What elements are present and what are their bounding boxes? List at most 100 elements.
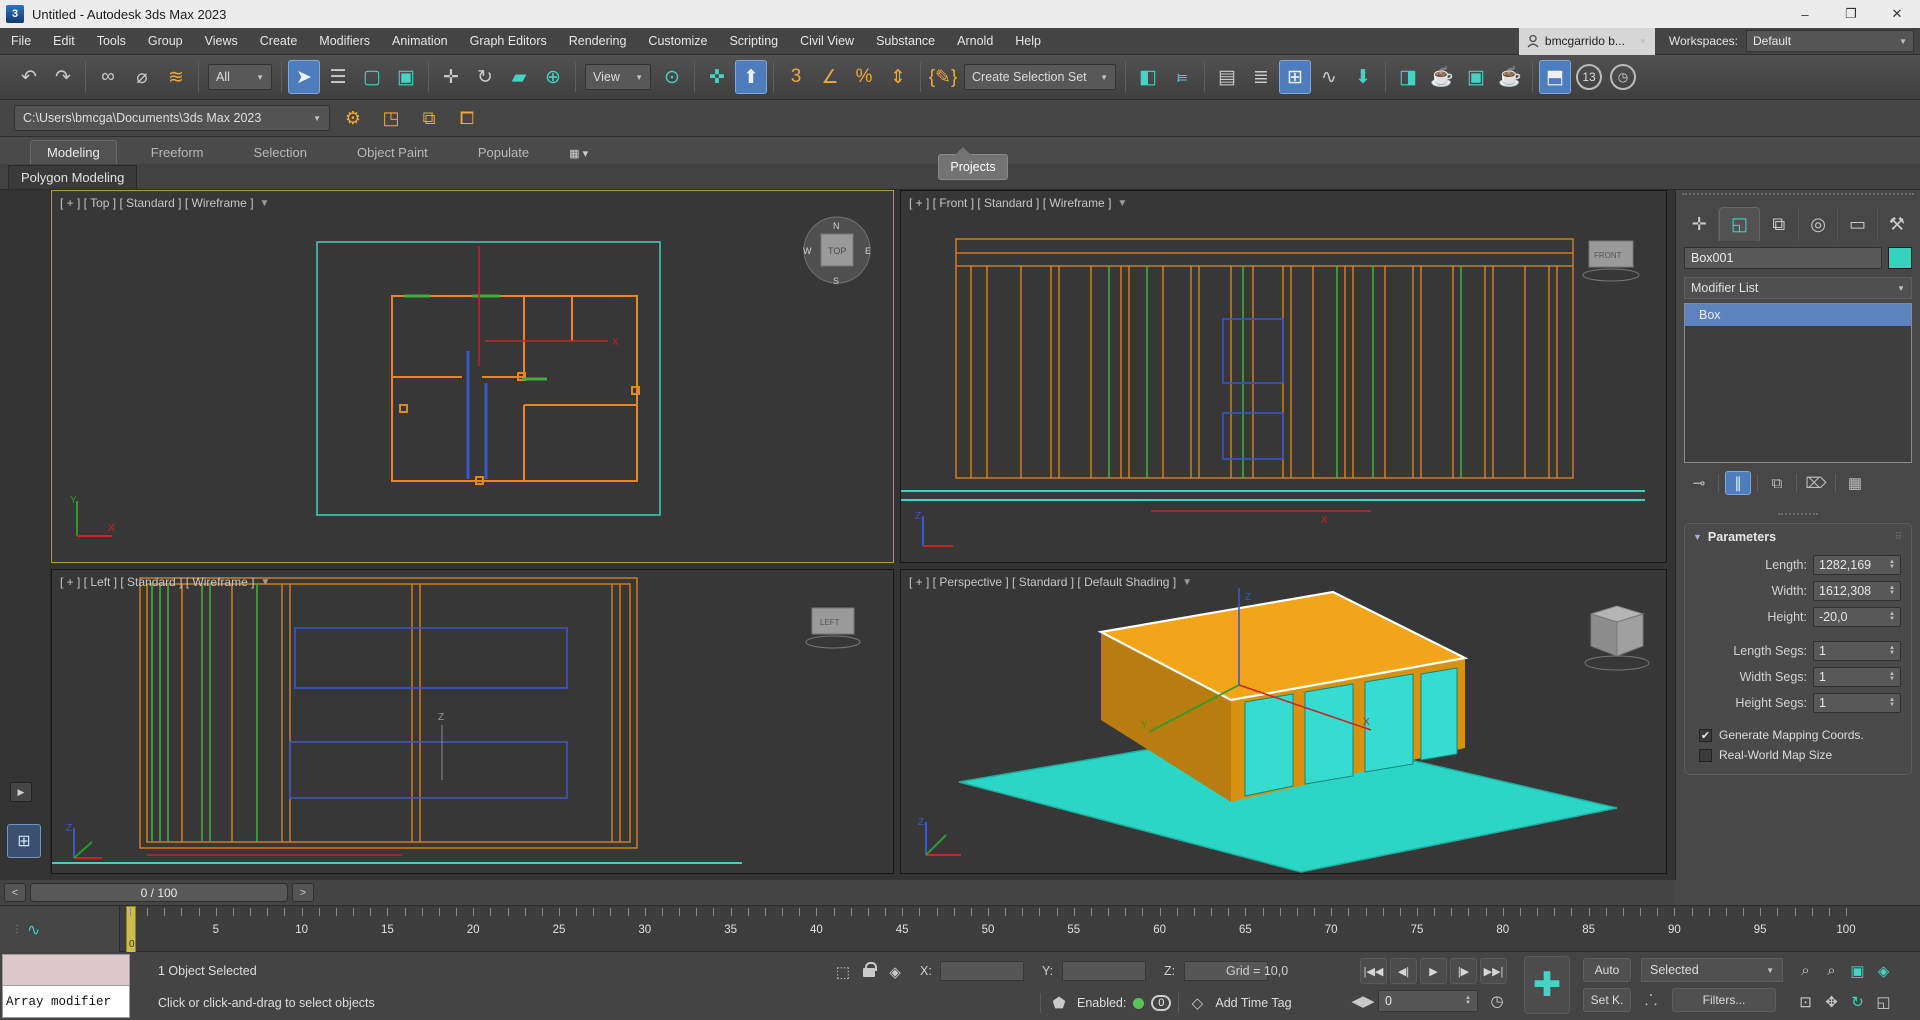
previous-frame-button[interactable]: ◀|	[1390, 958, 1417, 984]
edit-named-selection-sets-icon[interactable]: {✎}	[927, 60, 959, 94]
undo-icon[interactable]: ↶	[13, 60, 45, 94]
project-add-icon[interactable]: ⧠	[452, 103, 482, 133]
maxscript-mini-listener[interactable]: Array modifier	[2, 954, 130, 1018]
command-panel-tab-hierarchy[interactable]: ⧉	[1760, 207, 1799, 241]
pin-stack-button[interactable]: ⊸	[1686, 471, 1712, 495]
auto-key-button[interactable]: Auto	[1583, 958, 1631, 982]
command-panel-tab-modify[interactable]: ◱	[1719, 207, 1759, 241]
history-clock-icon[interactable]: ◷	[1607, 60, 1639, 94]
current-frame-field[interactable]: 0 ▲▼	[1378, 990, 1478, 1012]
filter-funnel-icon[interactable]: ▼	[1117, 198, 1127, 209]
menu-file[interactable]: File	[0, 28, 42, 55]
key-mode-toggle[interactable]: ◀▶	[1352, 990, 1374, 1012]
show-end-result-button[interactable]: ∥	[1725, 471, 1751, 495]
align-icon[interactable]: ⫢	[1166, 60, 1198, 94]
project-path-dropdown[interactable]: C:\Users\bmcga\Documents\3ds Max 2023 ▼	[14, 105, 330, 131]
grid-panel-icon[interactable]: ⊞	[7, 824, 41, 858]
key-filters-icon[interactable]: ⸫	[1640, 989, 1662, 1011]
viewport-top[interactable]: [ + ] [ Top ] [ Standard ] [ Wireframe ]…	[51, 190, 894, 563]
snaps-toggle-3d-icon[interactable]: 3	[780, 60, 812, 94]
add-time-tag[interactable]: Add Time Tag	[1215, 996, 1291, 1010]
spinner-arrows[interactable]: ▲▼	[1889, 672, 1895, 682]
material-editor-icon[interactable]: ◨	[1392, 60, 1424, 94]
tab-polygon-modeling[interactable]: Polygon Modeling	[8, 165, 137, 189]
x-coord-field[interactable]	[940, 961, 1024, 981]
maximize-button[interactable]: ❐	[1828, 0, 1874, 28]
workspace-dropdown[interactable]: Default ▼	[1746, 30, 1914, 52]
schematic-view-icon[interactable]: ⬇	[1347, 60, 1379, 94]
bind-to-space-warp-icon[interactable]: ≋	[160, 60, 192, 94]
select-and-link-icon[interactable]: ∞	[92, 60, 124, 94]
minimize-button[interactable]: –	[1782, 0, 1828, 28]
curve-editor-icon[interactable]: ∿	[1313, 60, 1345, 94]
selection-lock-icon[interactable]	[858, 958, 880, 980]
time-slider-thumb[interactable]: 0 / 100	[30, 883, 288, 902]
menu-arnold[interactable]: Arnold	[946, 28, 1004, 55]
height-field[interactable]: -20,0▲▼	[1813, 607, 1901, 627]
length-segs-field[interactable]: 1▲▼	[1813, 641, 1901, 661]
close-button[interactable]: ✕	[1874, 0, 1920, 28]
command-panel-tab-motion[interactable]: ◎	[1799, 207, 1838, 241]
width-segs-field[interactable]: 1▲▼	[1813, 667, 1901, 687]
viewport-front[interactable]: [ + ] [ Front ] [ Standard ] [ Wireframe…	[900, 190, 1667, 563]
enabled-count-badge[interactable]: 0	[1151, 995, 1171, 1011]
tab-populate[interactable]: Populate	[462, 141, 545, 164]
menu-views[interactable]: Views	[194, 28, 249, 55]
key-selection-dropdown[interactable]: Selected ▼	[1641, 958, 1783, 982]
shield-icon[interactable]: ⬟	[1048, 992, 1070, 1014]
menu-modifiers[interactable]: Modifiers	[308, 28, 381, 55]
spinner-arrows[interactable]: ▲▼	[1889, 586, 1895, 596]
viewcube[interactable]: FRONT	[1583, 241, 1639, 281]
spinner-arrows[interactable]: ▲▼	[1889, 646, 1895, 656]
project-structure-icon[interactable]: ⧉	[414, 103, 444, 133]
ribbon-display-dropdown[interactable]: ▦ ▾	[563, 143, 594, 164]
mirror-icon[interactable]: ◧	[1132, 60, 1164, 94]
select-and-rotate-icon[interactable]: ↻	[469, 60, 501, 94]
key-filters-button[interactable]: Filters...	[1672, 988, 1776, 1012]
previous-frame-button[interactable]: <	[4, 883, 26, 902]
spinner-arrows[interactable]: ▲▼	[1889, 698, 1895, 708]
angle-snap-icon[interactable]: ∠	[814, 60, 846, 94]
toggle-layer-explorer-icon[interactable]: ≣	[1245, 60, 1277, 94]
go-to-start-button[interactable]: |◀◀	[1360, 958, 1387, 984]
toggle-scene-explorer-icon[interactable]: ▤	[1211, 60, 1243, 94]
spinner-arrows[interactable]: ▲▼	[1465, 996, 1471, 1006]
current-frame-marker[interactable]: 0	[126, 906, 136, 953]
menu-customize[interactable]: Customize	[637, 28, 718, 55]
menu-substance[interactable]: Substance	[865, 28, 946, 55]
mini-curve-editor-button[interactable]: ⋮∿	[0, 906, 120, 953]
object-color-swatch[interactable]	[1888, 247, 1912, 269]
generate-mapping-coords-checkbox[interactable]: ✔	[1699, 729, 1712, 742]
real-world-map-size-checkbox[interactable]	[1699, 749, 1712, 762]
zoom-region-button[interactable]: ⊡	[1794, 990, 1817, 1013]
go-to-end-button[interactable]: ▶▶|	[1480, 958, 1507, 984]
filter-funnel-icon[interactable]: ▼	[1182, 577, 1192, 588]
track-bar[interactable]: ⋮∿ 0 51015202530354045505560657075808590…	[0, 905, 1920, 952]
filter-funnel-icon[interactable]: ▼	[260, 577, 270, 588]
zoom-all-button[interactable]: ⌕	[1820, 959, 1843, 982]
viewport-left-label[interactable]: [ + ] [ Left ] [ Standard ] [ Wireframe …	[60, 575, 254, 589]
percent-snap-icon[interactable]: %	[848, 60, 880, 94]
tab-selection[interactable]: Selection	[238, 141, 323, 164]
project-folder-icon[interactable]: ◳	[376, 103, 406, 133]
viewport-perspective-label[interactable]: [ + ] [ Perspective ] [ Standard ] [ Def…	[909, 575, 1176, 589]
zoom-button[interactable]: ⌕	[1794, 959, 1817, 982]
zoom-extents-all-button[interactable]: ◈	[1872, 959, 1895, 982]
menu-tools[interactable]: Tools	[86, 28, 137, 55]
modifier-list-dropdown[interactable]: Modifier List ▼	[1684, 277, 1912, 299]
length-field[interactable]: 1282,169▲▼	[1813, 555, 1901, 575]
create-selection-set-dropdown[interactable]: Create Selection Set▼	[964, 64, 1116, 90]
next-frame-button[interactable]: >	[292, 883, 314, 902]
command-panel-tab-utilities[interactable]: ⚒	[1878, 207, 1916, 241]
viewcube[interactable]: LEFT	[806, 608, 860, 648]
menu-create[interactable]: Create	[249, 28, 309, 55]
viewport-top-label[interactable]: [ + ] [ Top ] [ Standard ] [ Wireframe ]	[60, 196, 254, 210]
isolate-selection-toggle[interactable]: ⬚	[832, 961, 854, 983]
command-panel-tab-create[interactable]: ✛	[1680, 207, 1719, 241]
configure-modifier-sets-button[interactable]: ▦	[1842, 471, 1868, 495]
use-pivot-point-center-icon[interactable]: ⊙	[656, 60, 688, 94]
orbit-button[interactable]: ↻	[1846, 990, 1869, 1013]
selection-filter-dropdown[interactable]: All▼	[208, 64, 272, 90]
width-field[interactable]: 1612,308▲▼	[1813, 581, 1901, 601]
menu-graph-editors[interactable]: Graph Editors	[459, 28, 558, 55]
